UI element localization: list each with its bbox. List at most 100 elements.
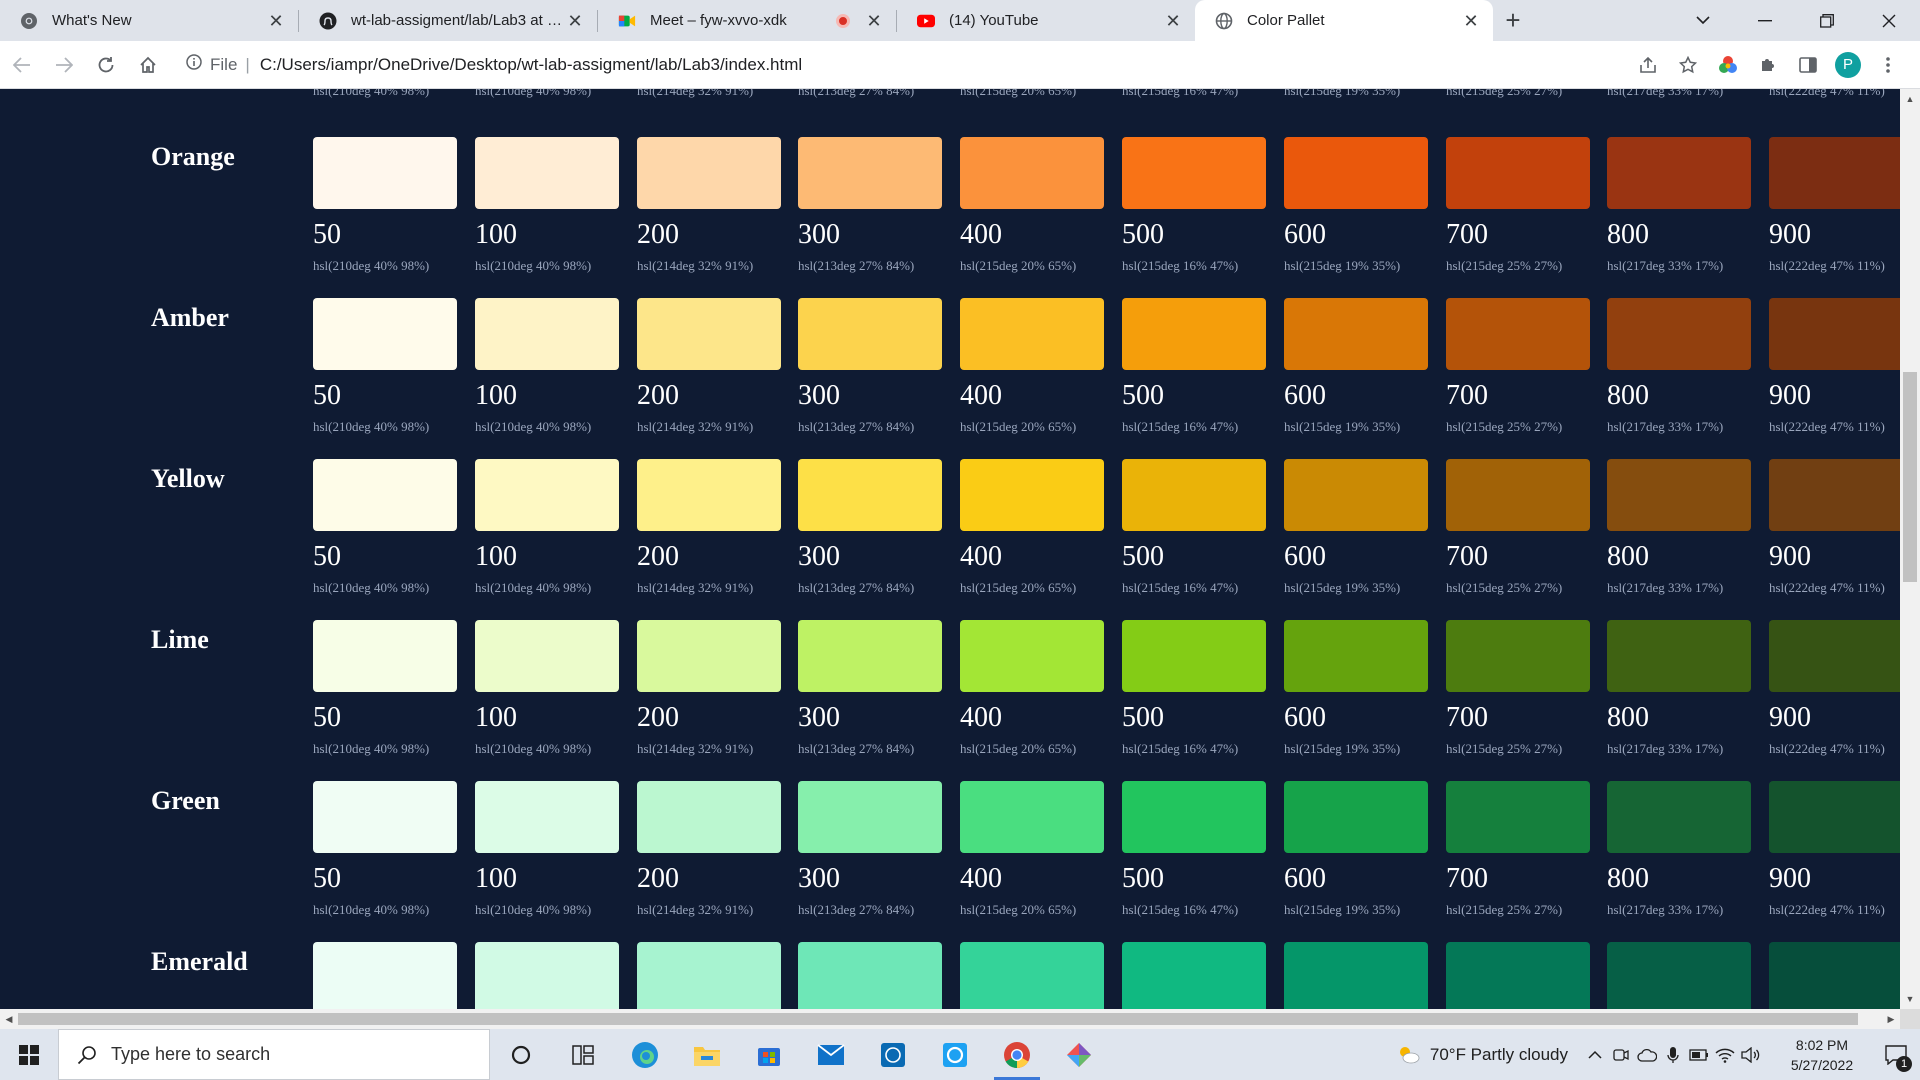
notification-count-badge: 1 xyxy=(1896,1056,1912,1072)
shade-number: 100 xyxy=(475,541,517,572)
hsl-value: hsl(217deg 33% 17%) xyxy=(1607,89,1724,98)
swatch-cell: 50 xyxy=(313,942,458,1009)
vertical-scrollbar[interactable]: ▲ ▼ xyxy=(1900,89,1920,1009)
scroll-left-arrow-icon[interactable]: ◀ xyxy=(0,1009,18,1029)
taskbar-file-explorer[interactable] xyxy=(676,1029,738,1080)
hsl-value: hsl(222deg 47% 11%) xyxy=(1769,89,1885,98)
new-tab-button[interactable]: + xyxy=(1493,0,1533,41)
color-swatch xyxy=(1607,298,1751,370)
swatch-cell: 400 hsl(215deg 20% 65%) xyxy=(960,620,1105,757)
tab-color-pallet[interactable]: Color Pallet ✕ xyxy=(1195,0,1493,41)
shade-number: 200 xyxy=(637,863,679,894)
close-tab-icon[interactable]: ✕ xyxy=(1461,11,1481,31)
scroll-down-arrow-icon[interactable]: ▼ xyxy=(1900,991,1920,1007)
extensions-puzzle-icon[interactable] xyxy=(1748,45,1788,85)
shade-number: 600 xyxy=(1284,380,1326,411)
clock[interactable]: 8:02 PM 5/27/2022 xyxy=(1772,1035,1872,1075)
horizontal-scrollbar[interactable]: ◀ ▶ xyxy=(0,1009,1900,1029)
color-swatch xyxy=(1446,459,1590,531)
close-tab-icon[interactable]: ✕ xyxy=(565,11,585,31)
microphone-icon[interactable] xyxy=(1660,1029,1686,1080)
cortana-button[interactable] xyxy=(490,1029,552,1080)
task-view-button[interactable] xyxy=(552,1029,614,1080)
close-tab-icon[interactable]: ✕ xyxy=(864,11,884,31)
minimize-icon[interactable] xyxy=(1734,0,1796,41)
notification-center-button[interactable]: 1 xyxy=(1872,1029,1920,1080)
battery-icon[interactable] xyxy=(1686,1029,1712,1080)
shade-number: 50 xyxy=(313,380,341,411)
url-text[interactable]: C:/Users/iampr/OneDrive/Desktop/wt-lab-a… xyxy=(260,55,802,75)
taskbar-chrome[interactable] xyxy=(986,1029,1048,1080)
chevron-up-icon[interactable] xyxy=(1582,1029,1608,1080)
taskbar-mail[interactable] xyxy=(800,1029,862,1080)
bookmark-star-icon[interactable] xyxy=(1668,45,1708,85)
shade-number: 900 xyxy=(1769,541,1811,572)
swatch-cell: 400 hsl(215deg 20% 65%) xyxy=(960,459,1105,596)
tab-youtube[interactable]: (14) YouTube ✕ xyxy=(897,0,1195,41)
back-button[interactable] xyxy=(2,45,42,85)
weather-text[interactable]: 70°F Partly cloudy xyxy=(1430,1045,1568,1065)
close-tab-icon[interactable]: ✕ xyxy=(1163,11,1183,31)
palette-row-emerald: Emerald50100200300400500600700800900 xyxy=(0,914,1900,1009)
swatch-cell: 600 hsl(215deg 19% 35%) xyxy=(1284,137,1429,274)
info-icon[interactable] xyxy=(186,54,202,75)
windows-taskbar: Type here to search 70°F Partly cloudy 8… xyxy=(0,1029,1920,1080)
forward-arrow-icon xyxy=(56,56,73,73)
recording-indicator-icon xyxy=(836,13,850,28)
home-button[interactable] xyxy=(128,45,168,85)
close-tab-icon[interactable]: ✕ xyxy=(266,11,286,31)
taskbar-store[interactable] xyxy=(738,1029,800,1080)
swatch-cell: 100 xyxy=(475,942,620,1009)
wifi-icon[interactable] xyxy=(1712,1029,1738,1080)
side-panel-icon[interactable] xyxy=(1788,45,1828,85)
meet-now-icon[interactable] xyxy=(1608,1029,1634,1080)
close-window-icon[interactable] xyxy=(1858,0,1920,41)
taskbar-search-box[interactable]: Type here to search xyxy=(58,1029,490,1080)
restore-icon[interactable] xyxy=(1796,0,1858,41)
color-swatch xyxy=(1122,459,1266,531)
color-swatch xyxy=(475,459,619,531)
dell-icon xyxy=(881,1042,905,1067)
tab-strip: What's New ✕ wt-lab-assigment/lab/Lab3 a… xyxy=(0,0,1920,41)
tab-github[interactable]: wt-lab-assigment/lab/Lab3 at ma ✕ xyxy=(299,0,597,41)
scroll-up-arrow-icon[interactable]: ▲ xyxy=(1900,91,1920,107)
system-tray: 70°F Partly cloudy 8:02 PM 5/27/2022 1 xyxy=(1396,1029,1920,1080)
shade-number: 50 xyxy=(313,219,341,250)
tab-search-icon[interactable] xyxy=(1672,0,1734,41)
speaker-volume-icon[interactable] xyxy=(1738,1029,1764,1080)
swatch-cell: 100 hsl(210deg 40% 98%) xyxy=(475,781,620,918)
profile-avatar[interactable]: P xyxy=(1828,45,1868,85)
shade-number: 600 xyxy=(1284,863,1326,894)
taskbar-git-app[interactable] xyxy=(1048,1029,1110,1080)
tab-whats-new[interactable]: What's New ✕ xyxy=(0,0,298,41)
start-button[interactable] xyxy=(0,1029,58,1080)
forward-button[interactable] xyxy=(44,45,84,85)
color-swatch xyxy=(313,942,457,1009)
taskbar-edge[interactable] xyxy=(614,1029,676,1080)
reload-button[interactable] xyxy=(86,45,126,85)
scroll-right-arrow-icon[interactable]: ▶ xyxy=(1882,1009,1900,1029)
taskbar-alexa[interactable] xyxy=(924,1029,986,1080)
task-view-icon xyxy=(572,1044,594,1065)
horizontal-scroll-thumb[interactable] xyxy=(18,1013,1858,1025)
color-swatch xyxy=(313,620,457,692)
weather-partly-cloudy-icon[interactable] xyxy=(1396,1029,1422,1080)
swatch-cell: 300 hsl(213deg 27% 84%) xyxy=(798,298,943,435)
hsl-value: hsl(215deg 25% 27%) xyxy=(1446,89,1563,98)
color-swatch xyxy=(1769,942,1900,1009)
share-icon[interactable] xyxy=(1628,45,1668,85)
vertical-scroll-thumb[interactable] xyxy=(1903,372,1917,582)
swatch-cell: 50 hsl(210deg 40% 98%) xyxy=(313,620,458,757)
tab-meet[interactable]: Meet – fyw-xvvo-xdk ✕ xyxy=(598,0,896,41)
color-swatch xyxy=(1607,942,1751,1009)
swatch-cell: 700 hsl(215deg 25% 27%) xyxy=(1446,620,1591,757)
address-bar[interactable]: File | C:/Users/iampr/OneDrive/Desktop/w… xyxy=(178,47,1628,83)
taskbar-dell-app[interactable] xyxy=(862,1029,924,1080)
swatch-cell: 200 hsl(214deg 32% 91%) xyxy=(637,620,782,757)
menu-kebab-icon[interactable] xyxy=(1868,45,1908,85)
color-swatch xyxy=(313,781,457,853)
onedrive-cloud-icon[interactable] xyxy=(1634,1029,1660,1080)
color-swatch xyxy=(1607,459,1751,531)
color-extension-icon[interactable] xyxy=(1708,45,1748,85)
swatch-cell: 900 hsl(222deg 47% 11%) xyxy=(1769,298,1900,435)
